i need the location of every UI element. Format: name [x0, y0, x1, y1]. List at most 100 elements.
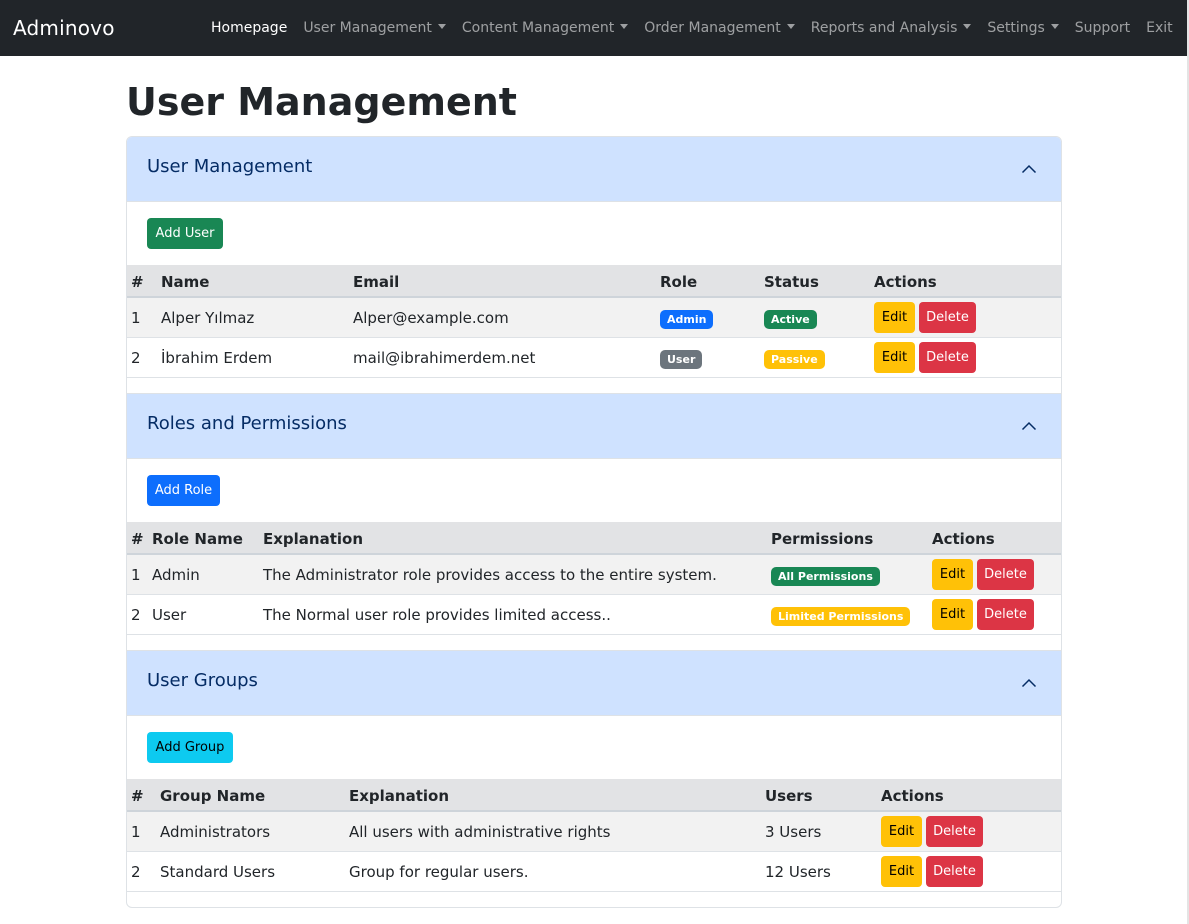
management-accordion: User Management Add User # Name Email Ro…	[126, 136, 1062, 908]
add-group-button[interactable]: Add Group	[147, 732, 233, 763]
brand-logo[interactable]: Adminovo	[13, 16, 115, 40]
col-header: Explanation	[349, 787, 450, 805]
group-explanation: All users with administrative rights	[349, 823, 611, 841]
table-row: 1 Alper Yılmaz Alper@example.com Admin A…	[127, 298, 1061, 338]
caret-down-icon	[620, 24, 629, 29]
nav-order-management[interactable]: Order Management	[644, 20, 795, 36]
row-number: 2	[131, 606, 141, 624]
accordion-header-users[interactable]: User Management	[127, 137, 1061, 201]
page-title: User Management	[126, 80, 517, 124]
table-row: 1 Administrators All users with administ…	[127, 812, 1061, 852]
edit-button[interactable]: Edit	[932, 599, 973, 630]
row-number: 1	[131, 566, 141, 584]
nav-support[interactable]: Support	[1075, 20, 1130, 36]
caret-down-icon	[1050, 24, 1059, 29]
role-badge: User	[660, 350, 703, 369]
divider	[127, 458, 1061, 459]
edit-button[interactable]: Edit	[881, 856, 922, 887]
groups-table-header: # Group Name Explanation Users Actions	[127, 779, 1061, 812]
col-header: Explanation	[263, 530, 364, 548]
section-title: Roles and Permissions	[147, 413, 347, 434]
role-name: Admin	[152, 566, 200, 584]
delete-button[interactable]: Delete	[919, 302, 976, 333]
group-user-count: 12 Users	[765, 863, 831, 881]
col-header: Role	[660, 273, 698, 291]
nav-exit[interactable]: Exit	[1146, 20, 1173, 36]
edit-button[interactable]: Edit	[881, 816, 922, 847]
main-nav: Homepage User Management Content Managem…	[211, 0, 1189, 56]
col-header: Status	[764, 273, 819, 291]
col-header: Group Name	[160, 787, 266, 805]
group-user-count: 3 Users	[765, 823, 822, 841]
table-row: 2 İbrahim Erdem mail@ibrahimerdem.net Us…	[127, 338, 1061, 378]
nav-reports-analysis[interactable]: Reports and Analysis	[811, 20, 972, 36]
edit-button[interactable]: Edit	[874, 302, 915, 333]
col-header: Users	[765, 787, 813, 805]
group-name: Standard Users	[160, 863, 276, 881]
col-header: #	[131, 273, 144, 291]
roles-table-header: # Role Name Explanation Permissions Acti…	[127, 522, 1061, 555]
nav-label: Content Management	[461, 20, 615, 36]
col-header: Actions	[881, 787, 944, 805]
col-header: Email	[353, 273, 400, 291]
row-number: 1	[131, 823, 141, 841]
delete-button[interactable]: Delete	[926, 856, 983, 887]
row-number: 2	[131, 863, 141, 881]
nav-label: Settings	[987, 20, 1045, 36]
role-explanation: The Administrator role provides access t…	[263, 566, 717, 584]
user-name: İbrahim Erdem	[161, 349, 273, 367]
divider	[127, 715, 1061, 716]
col-header: Actions	[874, 273, 937, 291]
divider	[127, 201, 1061, 202]
caret-down-icon	[786, 24, 795, 29]
row-number: 2	[131, 349, 141, 367]
status-badge: Passive	[764, 350, 825, 369]
chevron-up-icon	[1021, 164, 1037, 174]
nav-settings[interactable]: Settings	[987, 20, 1059, 36]
edit-button[interactable]: Edit	[932, 559, 973, 590]
col-header: #	[131, 530, 144, 548]
table-row: 2 Standard Users Group for regular users…	[127, 852, 1061, 892]
role-explanation: The Normal user role provides limited ac…	[263, 606, 611, 624]
nav-label: User Management	[303, 20, 432, 36]
top-navbar: Adminovo Homepage User Management Conten…	[0, 0, 1187, 56]
nav-content-management[interactable]: Content Management	[461, 20, 629, 36]
col-header: #	[131, 787, 144, 805]
nav-label: Homepage	[211, 20, 288, 36]
col-header: Name	[161, 273, 210, 291]
nav-label: Support	[1074, 20, 1131, 36]
add-user-button[interactable]: Add User	[147, 218, 223, 249]
status-badge: Active	[764, 310, 817, 329]
delete-button[interactable]: Delete	[977, 599, 1034, 630]
caret-down-icon	[437, 24, 446, 29]
col-header: Actions	[932, 530, 995, 548]
col-header: Role Name	[152, 530, 243, 548]
col-header: Permissions	[771, 530, 874, 548]
delete-button[interactable]: Delete	[926, 816, 983, 847]
role-name: User	[152, 606, 187, 624]
permissions-badge: All Permissions	[771, 567, 880, 586]
chevron-up-icon	[1021, 678, 1037, 688]
delete-button[interactable]: Delete	[919, 342, 976, 373]
group-name: Administrators	[160, 823, 271, 841]
delete-button[interactable]: Delete	[977, 559, 1034, 590]
users-table-header: # Name Email Role Status Actions	[127, 265, 1061, 298]
accordion-header-roles[interactable]: Roles and Permissions	[127, 394, 1061, 458]
add-role-button[interactable]: Add Role	[147, 475, 220, 506]
caret-down-icon	[963, 24, 972, 29]
accordion-header-groups[interactable]: User Groups	[127, 651, 1061, 715]
table-row: 2 User The Normal user role provides lim…	[127, 595, 1061, 635]
row-number: 1	[131, 309, 141, 327]
group-explanation: Group for regular users.	[349, 863, 529, 881]
nav-label: Order Management	[644, 20, 781, 36]
user-name: Alper Yılmaz	[161, 309, 255, 327]
section-title: User Management	[147, 156, 313, 177]
section-title: User Groups	[147, 670, 258, 691]
nav-user-management[interactable]: User Management	[303, 20, 446, 36]
edit-button[interactable]: Edit	[874, 342, 915, 373]
role-badge: Admin	[660, 310, 714, 329]
user-email: Alper@example.com	[353, 309, 509, 327]
nav-homepage[interactable]: Homepage	[211, 20, 287, 36]
chevron-up-icon	[1021, 421, 1037, 431]
permissions-badge: Limited Permissions	[771, 607, 911, 626]
